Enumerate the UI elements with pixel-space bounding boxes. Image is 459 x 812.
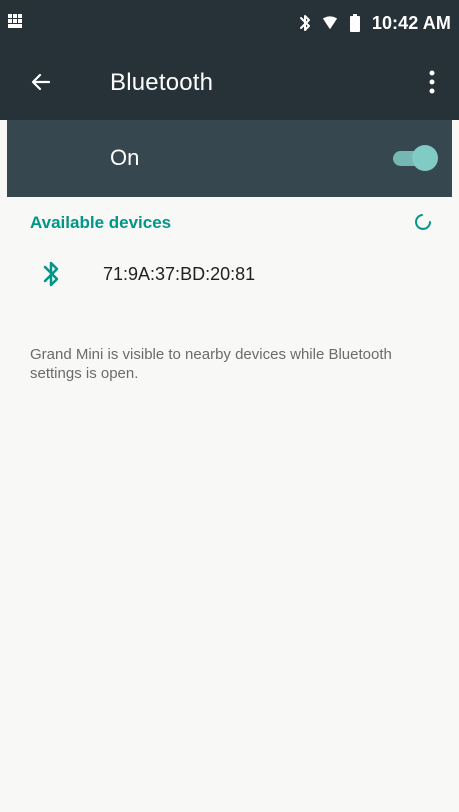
available-devices-header: Available devices <box>30 213 172 232</box>
device-row[interactable]: 71:9A:37:BD:20:81 <box>0 247 459 305</box>
status-icons: 10:42 AM <box>288 12 451 34</box>
battery-icon <box>347 14 363 32</box>
bluetooth-toggle[interactable] <box>390 142 442 174</box>
status-time: 10:42 AM <box>371 12 451 33</box>
bluetooth-settings-screen: 10:42 AM Bluetooth On Available devices … <box>0 0 459 812</box>
status-bar: 10:42 AM <box>0 0 459 48</box>
blackberry-icon <box>8 14 26 28</box>
device-name: 71:9A:37:BD:20:81 <box>103 264 256 284</box>
arrow-left-icon <box>29 70 53 99</box>
bluetooth-icon <box>297 14 313 32</box>
loading-spinner-icon <box>414 211 434 231</box>
page-title: Bluetooth <box>110 69 214 96</box>
bluetooth-master-switch-row[interactable]: On <box>7 120 452 197</box>
wifi-icon <box>322 14 338 32</box>
more-options-button[interactable] <box>411 63 453 105</box>
bluetooth-content: Available devices 71:9A:37:BD:20:81 Gran… <box>0 197 459 812</box>
more-vert-icon <box>428 69 436 100</box>
switch-label: On <box>110 145 140 170</box>
back-button[interactable] <box>20 63 62 105</box>
visibility-message: Grand Mini is visible to nearby devices … <box>30 346 392 382</box>
toggle-thumb <box>412 145 438 171</box>
bluetooth-icon <box>42 259 62 289</box>
app-bar: Bluetooth <box>0 48 459 120</box>
